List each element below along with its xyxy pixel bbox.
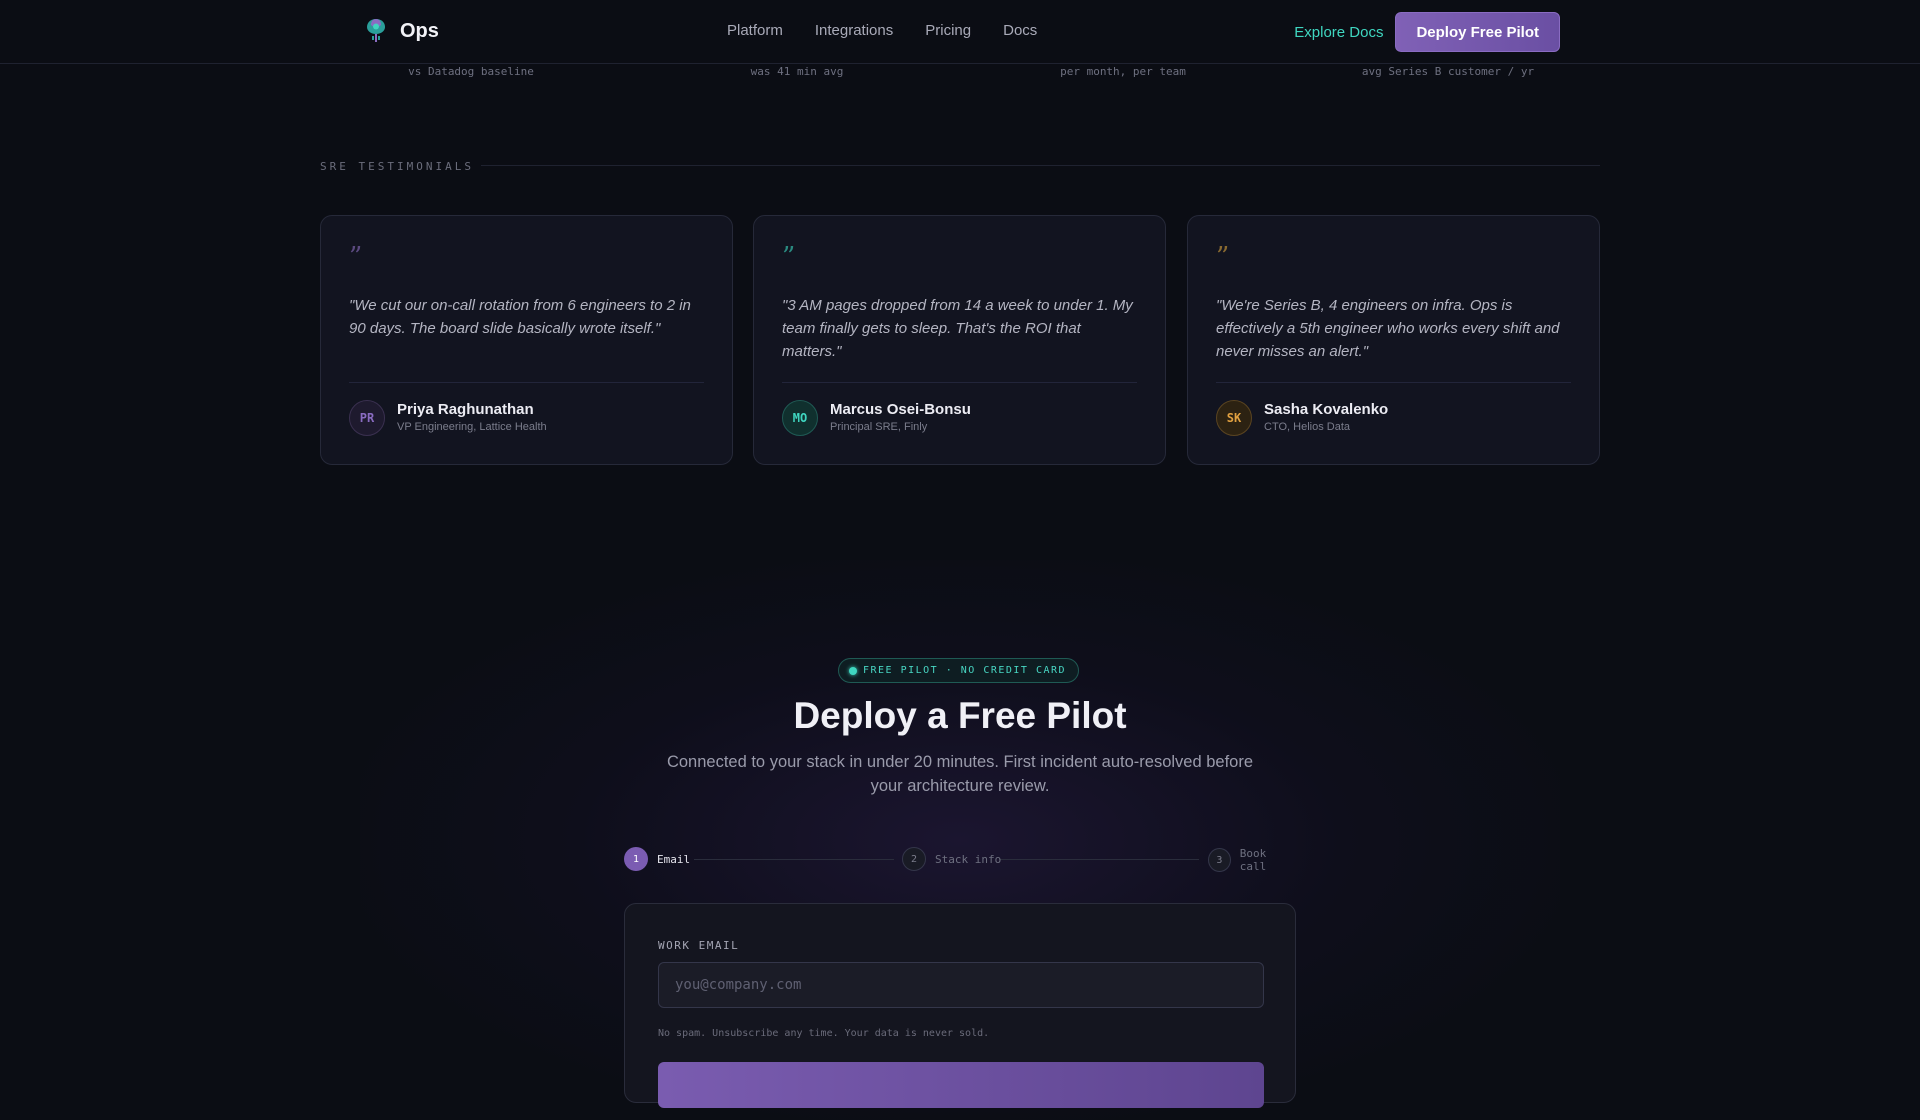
avatar: MO xyxy=(782,400,818,436)
deploy-free-pilot-button[interactable]: Deploy Free Pilot xyxy=(1395,12,1560,52)
testimonial-card: ” "3 AM pages dropped from 14 a week to … xyxy=(753,215,1166,465)
step-connector xyxy=(999,859,1199,860)
testimonials-section-label: SRE TESTIMONIALS xyxy=(320,160,474,173)
person-name: Priya Raghunathan xyxy=(397,401,534,418)
testimonial-quote: "We're Series B, 4 engineers on infra. O… xyxy=(1216,297,1560,360)
step-number: 1 xyxy=(624,847,648,871)
work-email-label: WORK EMAIL xyxy=(658,939,740,952)
stat-caption: per month, per team xyxy=(1060,65,1186,78)
brand[interactable]: Ops xyxy=(364,17,439,45)
work-email-input[interactable] xyxy=(658,962,1264,1008)
step-connector xyxy=(694,859,894,860)
badge-label: FREE PILOT · NO CREDIT CARD xyxy=(863,665,1067,676)
person-name: Sasha Kovalenko xyxy=(1264,401,1389,418)
privacy-note: No spam. Unsubscribe any time. Your data… xyxy=(658,1028,990,1039)
testimonial-quote: "3 AM pages dropped from 14 a week to un… xyxy=(782,297,1133,360)
testimonial-card: ” "We're Series B, 4 engineers on infra.… xyxy=(1187,215,1600,465)
avatar: PR xyxy=(349,400,385,436)
step-email[interactable]: 1 Email xyxy=(624,847,690,871)
stat-caption: avg Series B customer / yr xyxy=(1361,65,1535,78)
testimonial-quote: "We cut our on-call rotation from 6 engi… xyxy=(349,297,691,337)
quote-mark-icon: ” xyxy=(782,242,796,272)
signup-form: WORK EMAIL No spam. Unsubscribe any time… xyxy=(624,903,1296,1108)
step-stack-info[interactable]: 2 Stack info xyxy=(902,847,1001,871)
submit-button[interactable] xyxy=(658,1062,1264,1108)
stat-caption: vs Datadog baseline xyxy=(408,65,534,78)
step-book-call[interactable]: 3 Book call xyxy=(1208,847,1296,873)
quote-mark-icon: ” xyxy=(1216,242,1230,272)
stat-caption: was 41 min avg xyxy=(750,65,844,78)
step-label: Book call xyxy=(1239,847,1267,873)
nav-actions: Explore Docs Deploy Free Pilot xyxy=(1294,12,1560,52)
person-role: Principal SRE, Finly xyxy=(830,421,928,433)
nav-link-integrations[interactable]: Integrations xyxy=(815,22,893,39)
nav-links: Platform Integrations Pricing Docs xyxy=(727,22,1037,39)
free-pilot-badge: FREE PILOT · NO CREDIT CARD xyxy=(838,658,1080,683)
step-number: 3 xyxy=(1208,848,1231,872)
person-name: Marcus Osei-Bonsu xyxy=(830,401,971,418)
person-role: CTO, Helios Data xyxy=(1264,421,1350,433)
card-divider xyxy=(782,382,1137,383)
step-number: 2 xyxy=(902,847,926,871)
status-dot-icon xyxy=(849,666,857,675)
explore-docs-link[interactable]: Explore Docs xyxy=(1294,24,1383,41)
nav-link-platform[interactable]: Platform xyxy=(727,22,783,39)
cta-subtitle: Connected to your stack in under 20 minu… xyxy=(666,753,1254,795)
step-label: Stack info xyxy=(935,852,1002,866)
top-navbar: Ops Platform Integrations Pricing Docs E… xyxy=(0,0,1920,64)
stepper: 1 Email 2 Stack info 3 Book call xyxy=(624,847,1296,873)
card-divider xyxy=(349,382,704,383)
card-divider xyxy=(1216,382,1571,383)
brand-logo-icon xyxy=(367,19,385,42)
nav-link-pricing[interactable]: Pricing xyxy=(925,22,971,39)
cta-title: Deploy a Free Pilot xyxy=(793,695,1127,736)
section-divider xyxy=(481,165,1600,166)
step-label: Email xyxy=(657,852,691,866)
quote-mark-icon: ” xyxy=(349,242,363,272)
testimonial-card: ” "We cut our on-call rotation from 6 en… xyxy=(320,215,733,465)
person-role: VP Engineering, Lattice Health xyxy=(397,421,547,433)
avatar: SK xyxy=(1216,400,1252,436)
brand-name: Ops xyxy=(400,19,439,42)
nav-link-docs[interactable]: Docs xyxy=(1003,22,1037,39)
